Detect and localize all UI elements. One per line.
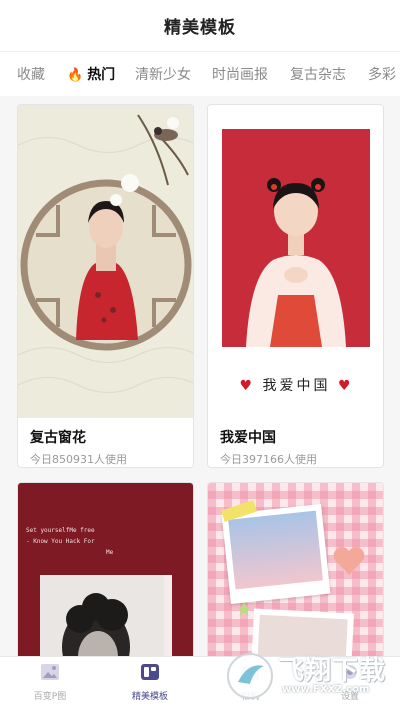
nav-label: 百变P图 [33,692,67,702]
tab-hot-label: 热门 [87,67,116,83]
category-tabs: 收藏 🔥 热门 清新少女 时尚画报 复古杂志 多彩 [0,52,400,96]
template-usage: 今日397166人使用 [220,453,317,466]
template-thumbnail: ♥ 我爱中国 ♥ [208,105,383,418]
template-usage: 今日850931人使用 [30,453,127,466]
template-card[interactable]: ♥ 我爱中国 ♥ 我爱中国 今日397166人使用 [207,104,384,468]
template-thumbnail [18,105,193,418]
overlay-text: Set yourselfMe free - Know You Hack For … [26,527,114,556]
template-name: 我爱中国 [220,430,276,446]
tab-colorful[interactable]: 多彩 [368,64,396,84]
page-title: 精美模板 [164,18,236,38]
nav-label: 精美模板 [131,692,168,702]
tab-fashion[interactable]: 时尚画报 [212,64,268,84]
template-card[interactable]: 复古窗花 今日850931人使用 [17,104,194,468]
portrait-illustration [40,575,164,656]
photo-frame [221,504,331,604]
girl-photo-illustration [208,105,383,418]
i-love-china-text: ♥ 我爱中国 ♥ [239,378,354,394]
tab-fresh-girl[interactable]: 清新少女 [135,64,191,84]
heart-icon: ♥ [337,378,354,394]
template-icon [141,664,159,680]
template-card[interactable] [207,482,384,656]
frame-edge [164,575,172,656]
star-icon [237,602,251,616]
photo-frame [40,575,164,656]
heart-icon [333,547,365,575]
image-icon [41,664,59,680]
template-thumbnail [208,483,383,656]
watermark-url: www.FXXZ.com [282,684,370,695]
title-bar: 精美模板 [0,0,400,52]
nav-item-templates[interactable]: 精美模板 [115,663,185,702]
tab-retro[interactable]: 复古杂志 [290,64,346,84]
heart-icon: ♥ [239,378,256,394]
template-name: 复古窗花 [30,430,86,446]
template-card[interactable]: Set yourselfMe free - Know You Hack For … [17,482,194,656]
tab-hot[interactable]: 🔥 热门 [67,64,115,84]
tab-favorites[interactable]: 收藏 [17,64,45,84]
watermark: 飞翔下载 www.FXXZ.com [222,648,398,708]
watermark-text: 飞翔下载 [278,656,387,686]
retro-window-illustration [18,105,193,418]
nav-item-photo-edit[interactable]: 百变P图 [15,663,85,702]
watermark-logo-icon [227,653,273,699]
sky-photo [228,510,323,590]
template-thumbnail: Set yourselfMe free - Know You Hack For … [18,483,193,656]
fire-icon: 🔥 [67,68,84,83]
template-grid: 复古窗花 今日850931人使用 ♥ 我爱中国 ♥ 我爱中国 今日397166人… [0,96,400,656]
